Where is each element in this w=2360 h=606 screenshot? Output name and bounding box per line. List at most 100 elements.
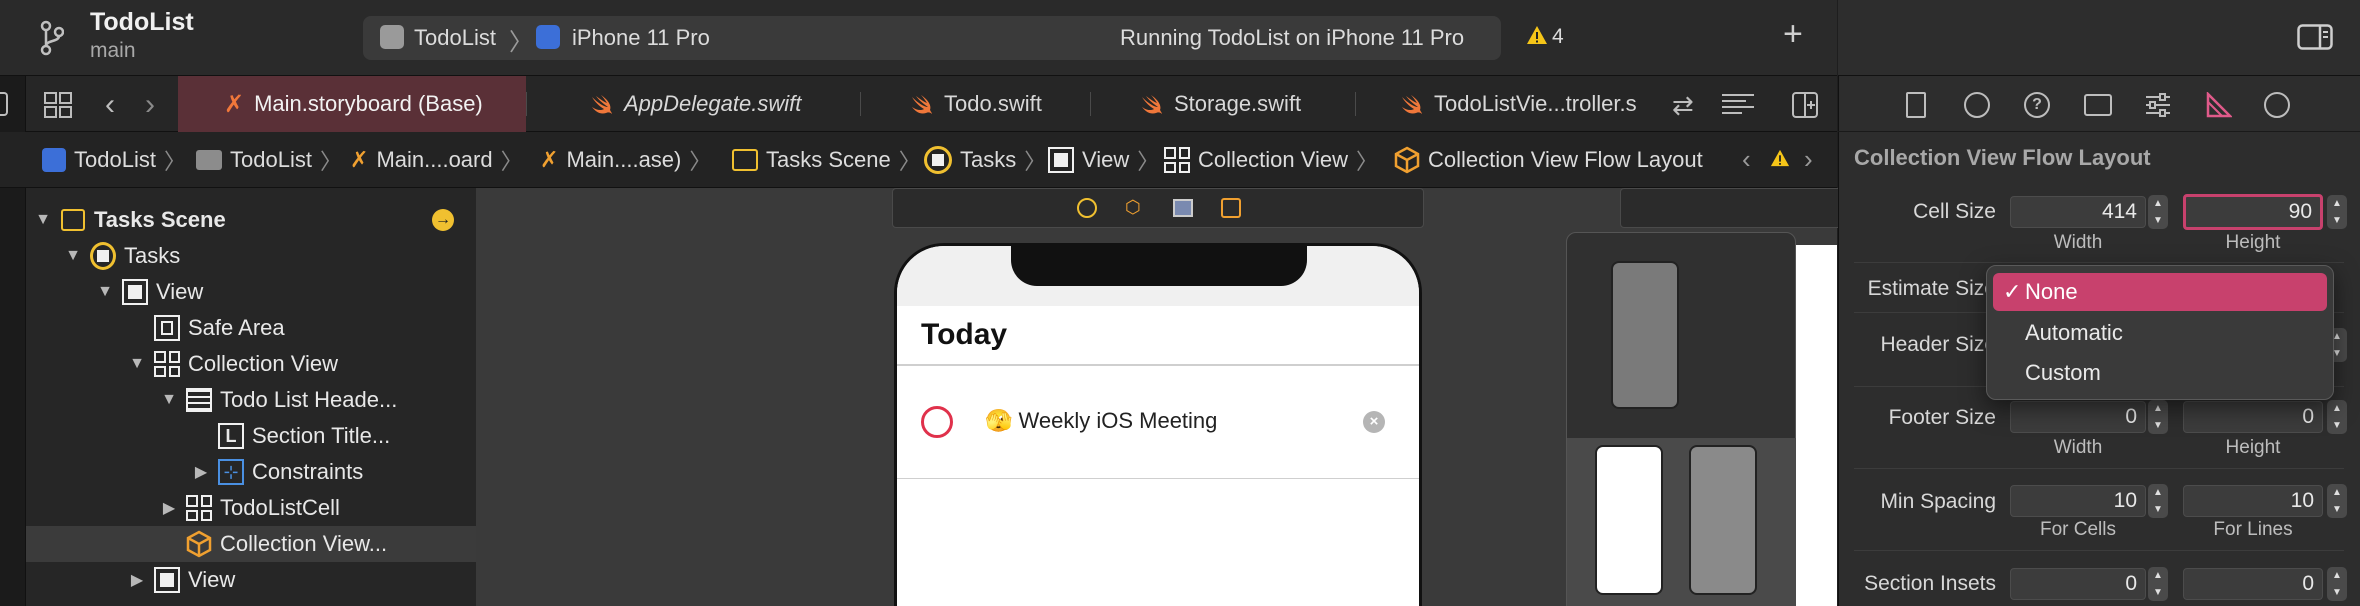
menu-item-automatic[interactable]: Automatic [1993,314,2327,352]
checkmark-icon: ✓ [2003,279,2022,304]
clear-icon[interactable]: × [1363,411,1385,433]
footer-height-field[interactable]: 0 [2183,401,2323,433]
outline-item-flow-layout[interactable]: Collection View... [26,526,476,562]
disclosure-open-icon[interactable]: ▼ [32,211,54,229]
size-inspector-icon[interactable] [2204,92,2232,118]
tab-todo-swift[interactable]: Todo.swift [910,76,1080,132]
min-spacing-lines-field[interactable]: 10 [2183,485,2323,517]
min-spacing-cells-stepper[interactable]: ▲ ▼ [2148,484,2168,518]
header-size-label: Header Size [1880,333,1996,356]
previous-issue-icon[interactable]: ‹ [1742,144,1751,175]
segue-arrow-icon[interactable]: → [432,209,454,231]
cell-height-field[interactable]: 90 [2183,194,2323,230]
device-thumbnail-light[interactable] [1595,445,1663,595]
swift-file-icon [910,93,934,115]
help-inspector-icon[interactable]: ? [2024,92,2050,118]
disclosure-open-icon[interactable]: ▼ [126,355,148,373]
outline-item-view[interactable]: ▼ View [26,274,476,310]
outline-item-constraints[interactable]: ▶ ⊹ Constraints [26,454,476,490]
breadcrumb-project[interactable]: TodoList 〉 [42,132,186,188]
flow-layout-icon [1394,146,1420,174]
disclosure-open-icon[interactable]: ▼ [62,247,84,265]
tab-appdelegate[interactable]: AppDelegate.swift [590,76,860,132]
cell-width-field[interactable]: 414 [2010,196,2146,228]
disclosure-closed-icon[interactable]: ▶ [158,498,180,518]
sidebar-toggle-icon[interactable] [0,92,8,116]
breadcrumb-flow-layout[interactable]: Collection View Flow Layout [1394,132,1703,188]
footer-width-field[interactable]: 0 [2010,401,2146,433]
outline-item-view-2[interactable]: ▶ View [26,562,476,598]
related-items-icon[interactable] [44,92,72,118]
destination-selector[interactable]: iPhone 11 Pro [572,25,710,51]
estimate-size-menu: ✓ None Automatic Custom [1986,265,2334,400]
swap-editor-icon[interactable]: ⇄ [1672,90,1694,121]
min-spacing-cells-field[interactable]: 10 [2010,485,2146,517]
tab-label: Todo.swift [944,91,1042,116]
outline-item-tasks[interactable]: ▼ Tasks [26,238,476,274]
cell-height-stepper[interactable]: ▲ ▼ [2327,195,2347,229]
next-issue-icon[interactable]: › [1804,144,1813,175]
breadcrumb-collection-view[interactable]: Collection View 〉 [1164,132,1378,188]
disclosure-open-icon[interactable]: ▼ [158,391,180,409]
identity-inspector-icon[interactable] [2084,94,2112,116]
outline-item-safe-area[interactable]: Safe Area [26,310,476,346]
disclosure-open-icon[interactable]: ▼ [94,283,116,301]
storyboard-ref-icon[interactable] [1173,199,1193,217]
task-text-field[interactable]: 🫣 Weekly iOS Meeting [985,408,1217,434]
exit-icon[interactable] [1221,198,1241,218]
disclosure-closed-icon[interactable]: ▶ [190,462,212,482]
device-thumbnail-dark[interactable] [1689,445,1757,595]
warning-icon[interactable] [1526,24,1548,46]
view-controller-icon[interactable] [1077,198,1097,218]
toggle-inspector-icon[interactable] [2297,24,2333,50]
file-inspector-icon[interactable] [1906,92,1926,118]
outline-item-header-view[interactable]: ▼ Todo List Heade... [26,382,476,418]
scene-icon [60,207,86,233]
cell-width-stepper[interactable]: ▲ ▼ [2148,195,2168,229]
device-thumbnail[interactable] [1611,261,1679,409]
breadcrumb-storyboard-base[interactable]: ✗ Main....ase) 〉 [540,132,711,188]
breadcrumb-view[interactable]: View 〉 [1048,132,1159,188]
min-spacing-lines-stepper[interactable]: ▲ ▼ [2327,484,2347,518]
section-inset-field-a[interactable]: 0 [2010,568,2146,600]
menu-item-none[interactable]: ✓ None [1993,273,2327,311]
add-editor-icon[interactable] [1792,92,1818,118]
outline-item-tasks-scene[interactable]: ▼ Tasks Scene → [26,202,476,238]
attributes-inspector-icon[interactable] [2144,92,2172,118]
history-inspector-icon[interactable] [1964,92,1990,118]
outline-item-collection-view[interactable]: ▼ Collection View [26,346,476,382]
footer-width-stepper[interactable]: ▲ ▼ [2148,400,2168,434]
task-checkbox[interactable] [921,406,953,438]
breadcrumb-tasks[interactable]: Tasks 〉 [924,132,1046,188]
section-inset-stepper-b[interactable]: ▲ ▼ [2327,567,2347,601]
breadcrumb-group[interactable]: TodoList 〉 [196,132,342,188]
menu-item-custom[interactable]: Custom [1993,354,2327,392]
inspector-toolbar [1838,0,2360,76]
add-icon[interactable]: + [1783,17,1803,51]
forward-icon[interactable]: › [145,88,155,122]
breadcrumb-scene[interactable]: Tasks Scene 〉 [732,132,921,188]
min-spacing-label: Min Spacing [1880,490,1996,513]
scheme-selector[interactable]: TodoList [414,25,496,51]
footer-height-stepper[interactable]: ▲ ▼ [2327,400,2347,434]
section-inset-field-b[interactable]: 0 [2183,568,2323,600]
connections-inspector-icon[interactable] [2264,92,2290,118]
tab-storage-swift[interactable]: Storage.swift [1140,76,1350,132]
tab-main-storyboard[interactable]: ✗ Main.storyboard (Base) [178,76,526,132]
tab-label: TodoListVie...troller.s [1434,91,1637,116]
outline-item-section-title[interactable]: L Section Title... [26,418,476,454]
run-status: Running TodoList on iPhone 11 Pro [1120,25,1465,50]
scene-dock: ⬡ [892,188,1424,228]
tab-label: Storage.swift [1174,91,1302,116]
outline-item-todolist-cell[interactable]: ▶ TodoListCell [26,490,476,526]
editor-options-icon[interactable] [1720,92,1756,116]
device-preview[interactable]: Today 🫣 Weekly iOS Meeting × [894,243,1422,606]
breadcrumb-storyboard[interactable]: ✗ Main....oard 〉 [350,132,523,188]
tab-todolist-viewcontroller[interactable]: TodoListVie...troller.s [1400,76,1658,132]
source-control-branch-icon[interactable] [40,20,64,56]
back-icon[interactable]: ‹ [105,88,115,122]
section-inset-stepper-a[interactable]: ▲ ▼ [2148,567,2168,601]
issue-warning-icon[interactable] [1770,148,1790,168]
disclosure-closed-icon[interactable]: ▶ [126,570,148,590]
first-responder-icon[interactable]: ⬡ [1125,197,1141,218]
